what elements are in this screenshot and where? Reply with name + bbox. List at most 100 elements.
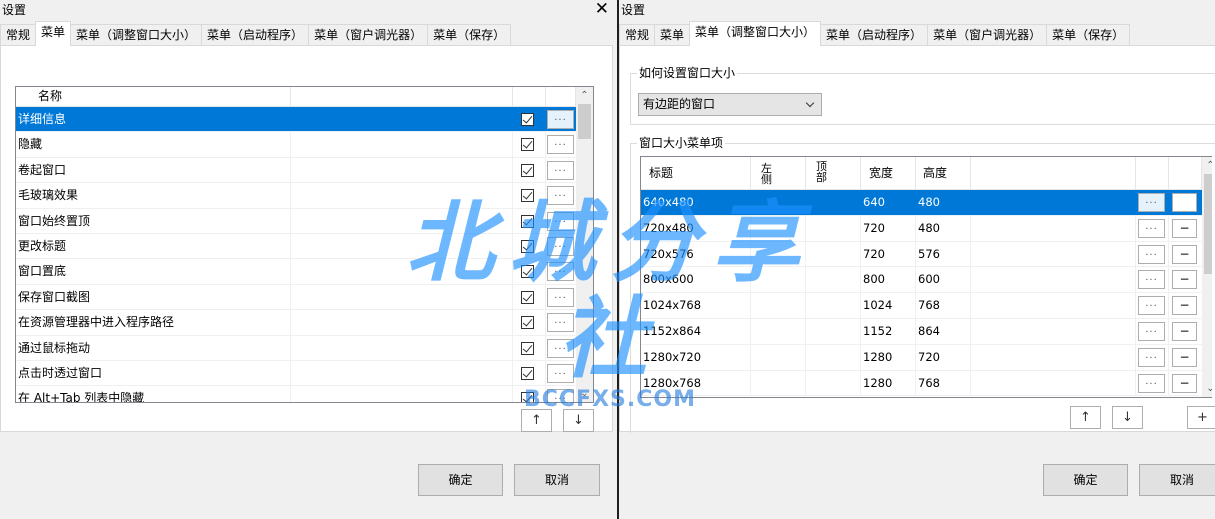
edit-item-button[interactable]: ... [1138,193,1165,212]
remove-item-button[interactable]: − [1172,373,1197,393]
scroll-up-icon[interactable]: ⌃ [576,87,593,104]
edit-item-button[interactable]: ... [1138,296,1165,316]
remove-item-button[interactable]: − [1172,322,1197,341]
move-up-button[interactable]: ↑ [521,409,552,432]
enabled-checkbox[interactable] [521,113,534,126]
list-item[interactable]: 卷起窗口... [16,157,576,184]
edit-item-button[interactable]: ... [1138,322,1165,341]
vertical-scrollbar[interactable]: ⌃ ⌄ [576,87,593,402]
remove-item-button[interactable]: − [1172,244,1197,264]
tab-2[interactable]: 菜单（调整窗口大小） [689,21,822,46]
edit-item-button[interactable]: ... [547,287,574,307]
list-item[interactable]: 窗口始终置顶... [16,208,576,234]
tab-3[interactable]: 菜单（启动程序） [820,24,929,46]
column-header-name[interactable]: 名称 [16,87,291,107]
edit-item-button[interactable]: ... [547,313,574,333]
edit-item-button[interactable]: ... [1138,218,1165,238]
table-row[interactable]: 1024x768 1024 768... − [641,293,1202,319]
list-item[interactable]: 毛玻璃效果... [16,183,576,209]
edit-item-button[interactable]: ... [547,338,574,358]
edit-item-button[interactable]: ... [1138,270,1165,290]
enabled-checkbox[interactable] [521,341,534,355]
edit-item-button[interactable]: ... [1138,244,1165,264]
table-row[interactable]: 720x480 720 480... − [641,215,1202,242]
add-item-button[interactable]: + [1187,406,1215,429]
ok-button[interactable]: 确定 [1043,464,1128,496]
edit-item-button[interactable]: ... [547,389,574,402]
tab-1[interactable]: 菜单 [654,24,691,46]
table-row[interactable]: 1280x768 1280 768... − [641,370,1202,397]
tab-0[interactable]: 常规 [619,24,656,46]
enabled-checkbox[interactable] [521,392,534,402]
list-item[interactable]: 更改标题... [16,234,576,260]
table-row[interactable]: 720x576 720 576... − [641,241,1202,268]
edit-item-button[interactable]: ... [547,160,574,180]
table-row[interactable]: 1280x720 1280 720... − [641,344,1202,371]
remove-item-button[interactable]: − [1172,218,1197,238]
remove-item-button[interactable]: − [1172,296,1197,316]
enabled-checkbox[interactable] [521,290,534,304]
enabled-checkbox[interactable] [521,138,534,152]
button-cell: ... [546,183,576,207]
list-item[interactable]: 隐藏... [16,132,576,158]
enabled-checkbox[interactable] [521,265,534,279]
move-down-button[interactable]: ↓ [1112,406,1143,429]
column-header-title[interactable]: 标题 [641,157,751,190]
move-up-button[interactable]: ↑ [1070,406,1101,429]
ok-button[interactable]: 确定 [418,464,503,496]
column-header-top[interactable]: 顶部 [806,157,861,190]
tab-4[interactable]: 菜单（窗户调光器） [308,24,429,46]
size-items-table[interactable]: 标题 左侧 顶部 宽度 高度 640x480 640 480... −720x480 7… [640,156,1212,398]
column-header-left[interactable]: 左侧 [751,157,806,190]
enabled-checkbox[interactable] [521,163,534,177]
enabled-checkbox[interactable] [521,240,534,253]
list-item[interactable]: 保存窗口截图... [16,284,576,311]
resize-mode-select[interactable]: 有边距的窗口 [638,93,822,116]
scroll-up-icon[interactable]: ⌃ [1202,157,1212,174]
column-header-width[interactable]: 宽度 [861,157,916,190]
tab-1[interactable]: 菜单 [35,21,72,46]
edit-item-button[interactable]: ... [1138,347,1165,367]
table-row[interactable]: 1152x864 1152 864... − [641,319,1202,345]
tab-0[interactable]: 常规 [0,24,37,46]
remove-item-button[interactable]: − [1172,347,1197,367]
edit-item-button[interactable]: ... [1138,373,1165,393]
list-item[interactable]: 在 Alt+Tab 列表中隐藏... [16,386,576,402]
enabled-checkbox[interactable] [521,367,534,380]
edit-item-button[interactable]: ... [547,364,574,383]
menu-items-list[interactable]: 名称 详细信息... 隐藏... 卷起窗口... 毛玻璃效果... 窗口始终置顶... 更… [15,86,594,403]
table-row[interactable]: 800x600 800 600... − [641,267,1202,294]
edit-item-button[interactable]: ... [547,186,574,206]
list-item[interactable]: 点击时透过窗口... [16,361,576,387]
remove-item-button[interactable]: − [1172,270,1197,290]
tab-5[interactable]: 菜单（保存） [1046,24,1131,46]
enabled-checkbox[interactable] [521,316,534,330]
enabled-checkbox[interactable] [521,189,534,203]
edit-item-button[interactable]: ... [547,135,574,155]
close-icon[interactable]: ✕ [595,0,609,19]
table-row[interactable]: 640x480 640 480... − [641,190,1202,216]
scroll-down-icon[interactable]: ⌄ [576,385,593,402]
enabled-checkbox[interactable] [521,214,534,228]
scroll-down-icon[interactable]: ⌄ [1202,380,1212,397]
list-item[interactable]: 详细信息... [16,107,576,133]
remove-item-button[interactable]: − [1172,193,1197,212]
scroll-thumb[interactable] [1204,174,1212,274]
list-item[interactable]: 在资源管理器中进入程序路径... [16,310,576,336]
tab-2[interactable]: 菜单（调整窗口大小） [70,24,203,46]
edit-item-button[interactable]: ... [547,262,574,282]
list-item[interactable]: 窗口置底... [16,259,576,285]
move-down-button[interactable]: ↓ [563,409,594,432]
cancel-button[interactable]: 取消 [514,464,600,496]
edit-item-button[interactable]: ... [547,211,574,231]
cancel-button[interactable]: 取消 [1139,464,1215,496]
edit-item-button[interactable]: ... [547,237,574,256]
list-item[interactable]: 通过鼠标拖动... [16,335,576,361]
tab-3[interactable]: 菜单（启动程序） [201,24,310,46]
scroll-thumb[interactable] [578,104,591,139]
vertical-scrollbar[interactable]: ⌃ ⌄ [1202,157,1212,397]
column-header-height[interactable]: 高度 [916,157,971,190]
tab-4[interactable]: 菜单（窗户调光器） [927,24,1048,46]
edit-item-button[interactable]: ... [547,110,574,129]
tab-5[interactable]: 菜单（保存） [427,24,512,46]
